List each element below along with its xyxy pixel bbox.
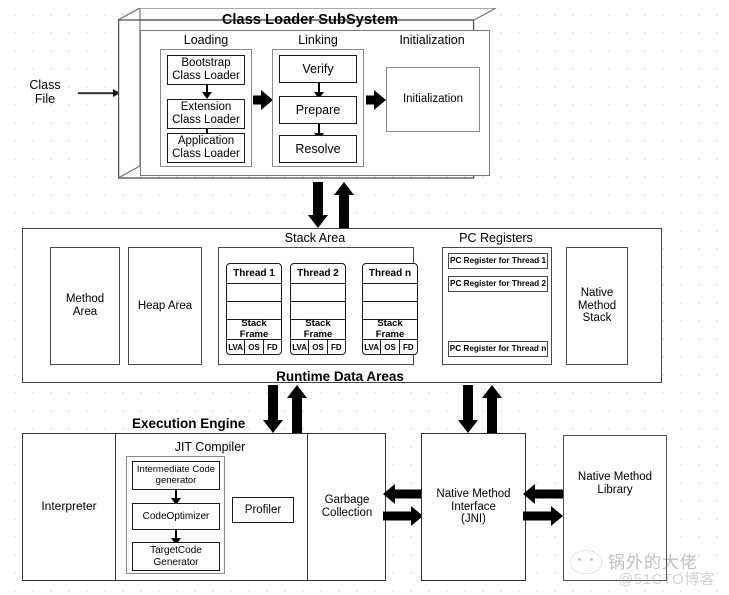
thread-n-stack[interactable]: Thread n Stack Frame LVA OS FD [362,263,418,355]
thread-2-name: Thread 2 [297,267,339,279]
application-class-loader-line2: Class Loader [172,148,240,160]
thread-2-cell-fd: FD [326,340,345,354]
runtime-to-jni-arrow [458,385,478,433]
extension-class-loader-line1: Extension [180,101,232,114]
watermark: 锅外的大佬 @51CTO博客 [566,548,726,592]
initialization-column-title: Initialization [399,33,465,47]
intermediate-code-generator-line2: generator [155,474,197,486]
intermediate-code-generator[interactable]: Intermediate Code generator [132,461,220,490]
thread-n-cell-fd: FD [398,340,417,354]
watermark-handle: @51CTO博客 [618,571,716,588]
jni-line2: Interface [451,500,496,513]
loading-column-title: Loading [183,33,229,47]
jit-compiler-title: JIT Compiler [174,440,246,454]
pc-register-thread-1[interactable]: PC Register for Thread 1 [448,253,548,269]
pc-register-thread-2[interactable]: PC Register for Thread 2 [448,276,548,292]
thread-2-empty-slot-2 [291,301,345,319]
native-method-stack-line1: Native [580,286,614,299]
profiler[interactable]: Profiler [232,497,294,523]
native-method-stack-line2: Method [577,299,617,312]
thread-2-stack-frame: Stack Frame [291,318,345,339]
thread-1-empty-slot-2 [227,301,281,319]
thread-1-empty-slot-1 [227,283,281,301]
thread-2-frame-cells: LVA OS FD [291,339,345,354]
thread-1-frame-cells: LVA OS FD [227,339,281,354]
interpreter[interactable]: Interpreter [23,433,115,581]
initialization-box[interactable]: Initialization [386,67,480,132]
loading-to-linking-arrow [253,90,273,110]
thread-n-cell-lva: LVA [364,343,380,352]
class-file-label: Class File [14,72,76,112]
thread-n-cell-os: OS [380,340,398,354]
resolve-step[interactable]: Resolve [279,135,357,163]
class-file-label-line2: File [34,92,56,106]
class-loader-title: Class Loader SubSystem [221,11,399,28]
jni-line3: (JNI) [461,513,486,526]
verify-step[interactable]: Verify [279,55,357,83]
thread-1-cell-os: OS [244,340,262,354]
prepare-step[interactable]: Prepare [279,96,357,124]
code-optimizer[interactable]: CodeOptimizer [132,503,220,530]
execution-engine-title: Execution Engine [132,416,246,431]
heap-area[interactable]: Heap Area [128,247,202,365]
jni-line1: Native Method [436,487,511,500]
extension-class-loader-line2: Class Loader [172,114,240,126]
linking-column-title: Linking [298,33,338,47]
watermark-face-icon [570,550,602,574]
garbage-collection[interactable]: Garbage Collection [308,433,386,581]
thread-1-name: Thread 1 [233,267,275,279]
engine-divider-1 [115,433,117,581]
jni-to-library-arrow [523,506,563,526]
method-area[interactable]: Method Area [50,247,120,365]
native-method-stack-line3: Stack [582,312,612,325]
bootstrap-to-extension-arrow [202,85,212,99]
thread-2-stack[interactable]: Thread 2 Stack Frame LVA OS FD [290,263,346,355]
target-code-generator-line2: Generator [153,556,199,568]
native-method-stack[interactable]: Native Method Stack [566,247,628,365]
target-code-generator-line1: TargetCode [150,545,202,557]
jni-to-runtime-arrow [482,385,502,433]
thread-2-cell-os: OS [308,340,326,354]
intermediate-code-generator-line1: Intermediate Code [136,463,216,475]
thread-2-cell-lva: LVA [292,343,308,352]
class-file-label-line1: Class [29,78,61,92]
jni-to-gc-arrow [383,484,423,504]
thread-1-cell-lva: LVA [228,343,244,352]
bootstrap-class-loader-line2: Class Loader [172,70,240,82]
native-library-line1: Native Method [577,471,653,484]
native-method-interface[interactable]: Native Method Interface (JNI) [421,433,526,581]
application-class-loader-line1: Application [177,135,235,148]
pc-registers-title: PC Registers [459,231,533,245]
application-class-loader[interactable]: Application Class Loader [167,133,245,163]
gc-to-jni-arrow [383,506,423,526]
runtime-data-areas-title: Runtime Data Areas [276,369,404,385]
method-area-line1: Method [65,293,105,306]
library-to-jni-arrow [523,484,563,504]
thread-n-stack-frame: Stack Frame [363,318,417,339]
stack-area-title: Stack Area [284,231,346,245]
extension-class-loader[interactable]: Extension Class Loader [167,99,245,129]
bootstrap-class-loader-line1: Bootstrap [181,57,231,70]
class-file-to-loader-arrow [78,87,120,99]
runtime-to-loader-arrow [334,182,354,228]
thread-1-stack-frame: Stack Frame [227,318,281,339]
thread-n-empty-slot-1 [363,283,417,301]
method-area-line2: Area [72,306,98,318]
thread-2-empty-slot-1 [291,283,345,301]
bootstrap-class-loader[interactable]: Bootstrap Class Loader [167,55,245,85]
garbage-collection-line1: Garbage [324,494,370,507]
pc-register-thread-n[interactable]: PC Register for Thread n [448,341,548,357]
garbage-collection-line2: Collection [321,507,373,519]
target-code-generator[interactable]: TargetCode Generator [132,542,220,571]
thread-n-frame-cells: LVA OS FD [363,339,417,354]
thread-1-stack[interactable]: Thread 1 Stack Frame LVA OS FD [226,263,282,355]
loader-to-runtime-arrow [308,182,328,228]
linking-to-initialization-arrow [366,90,386,110]
native-library-line2: Library [597,484,633,496]
thread-1-cell-fd: FD [262,340,281,354]
thread-n-name: Thread n [368,267,412,279]
thread-n-empty-slot-2 [363,301,417,319]
